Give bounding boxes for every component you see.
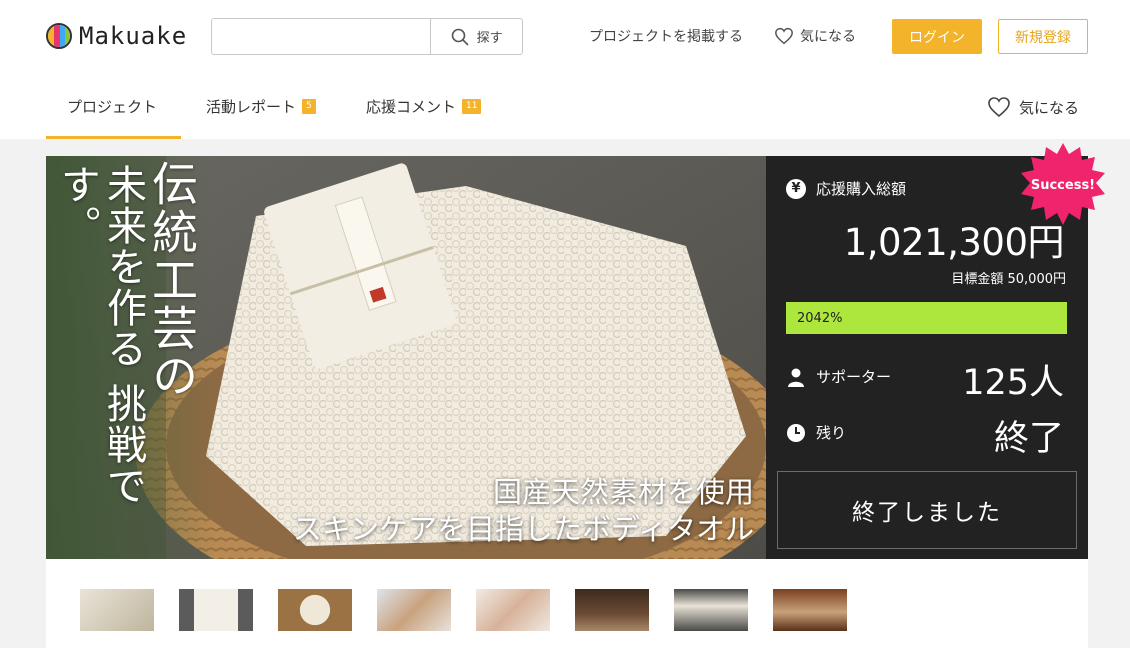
site-header: Makuake 探す プロジェクトを掲載する 気になる ログイン 新規登録	[0, 0, 1130, 72]
tab-project-label: プロジェクト	[67, 98, 158, 116]
search-input[interactable]	[212, 19, 431, 54]
remaining-label-text: 残り	[816, 424, 847, 442]
thumbnail-2[interactable]	[179, 589, 253, 631]
supporters-label: サポーター	[786, 366, 891, 387]
post-project-link[interactable]: プロジェクトを掲載する	[589, 26, 743, 46]
hero-title-main: 伝統工芸の	[145, 160, 199, 400]
favorite-button-label: 気になる	[1019, 98, 1080, 117]
hero-caption: 国産天然素材を使用 スキンケアを目指したボディタオル	[293, 474, 754, 548]
favorites-link[interactable]: 気になる	[774, 26, 856, 46]
hero-caption-line-1: 国産天然素材を使用	[492, 475, 754, 509]
thumbnail-4[interactable]	[377, 589, 451, 631]
supporters-label-text: サポーター	[816, 368, 892, 386]
project-ended-button[interactable]: 終了しました	[777, 471, 1077, 549]
logo-text: Makuake	[79, 22, 188, 50]
hero-title-sub-line-1: 未来を作る	[100, 164, 146, 369]
tab-activity-report-label: 活動レポート	[206, 98, 297, 116]
favorite-button[interactable]: 気になる	[987, 96, 1079, 118]
project-tab-bar: プロジェクト 活動レポート 5 応援コメント 11 気になる	[0, 72, 1130, 139]
thumbnail-1[interactable]	[80, 589, 154, 631]
remaining-label: 残り	[786, 422, 846, 443]
thumbnail-7[interactable]	[674, 589, 748, 631]
supporters-count: 125人	[962, 363, 1064, 403]
login-button[interactable]: ログイン	[892, 19, 982, 54]
active-tab-indicator	[46, 136, 181, 139]
thumbnail-6[interactable]	[575, 589, 649, 631]
project-main-image[interactable]: 伝統工芸の 未来を作る 挑戦です。 国産天然素材を使用 スキンケアを目指したボデ…	[46, 156, 766, 559]
success-badge-text: Success!	[1030, 177, 1096, 193]
thumbnail-8[interactable]	[773, 589, 847, 631]
post-project-label: プロジェクトを掲載する	[589, 29, 743, 45]
clock-icon	[787, 423, 805, 442]
heart-icon	[988, 97, 1010, 118]
heart-icon	[775, 27, 793, 45]
goal-amount: 目標金額 50,000円	[951, 272, 1066, 287]
total-amount-label: ¥ 応援購入総額	[786, 178, 906, 199]
tab-support-comments-label: 応援コメント	[366, 98, 457, 116]
total-amount-label-text: 応援購入総額	[816, 180, 907, 198]
person-icon	[788, 368, 804, 387]
tab-project[interactable]: プロジェクト	[67, 96, 157, 117]
hero-title-sub: 未来を作る 挑戦です。	[54, 164, 146, 559]
image-thumbnail-strip	[46, 559, 1088, 648]
tab-support-comments[interactable]: 応援コメント 11	[366, 96, 482, 117]
activity-report-count-badge: 5	[302, 99, 316, 114]
makuake-logo[interactable]: Makuake	[46, 22, 187, 50]
hero-caption-line-2: スキンケアを目指したボディタオル	[292, 512, 754, 547]
favorites-label: 気になる	[800, 29, 856, 45]
remaining-value: 終了	[993, 419, 1064, 459]
signup-button[interactable]: 新規登録	[998, 19, 1088, 54]
logo-icon	[46, 23, 72, 49]
search-button-label: 探す	[476, 31, 503, 46]
tab-activity-report[interactable]: 活動レポート 5	[206, 96, 316, 117]
search-box: 探す	[211, 18, 523, 55]
thumbnail-3[interactable]	[278, 589, 352, 631]
funding-progress-bar: 2042%	[786, 302, 1067, 334]
thumbnail-5[interactable]	[476, 589, 550, 631]
support-comments-count-badge: 11	[462, 99, 482, 114]
search-button[interactable]: 探す	[430, 19, 522, 54]
search-icon	[451, 28, 469, 46]
yen-icon: ¥	[786, 178, 806, 199]
success-badge: Success!	[1019, 141, 1107, 229]
funding-progress-text: 2042%	[797, 310, 843, 326]
